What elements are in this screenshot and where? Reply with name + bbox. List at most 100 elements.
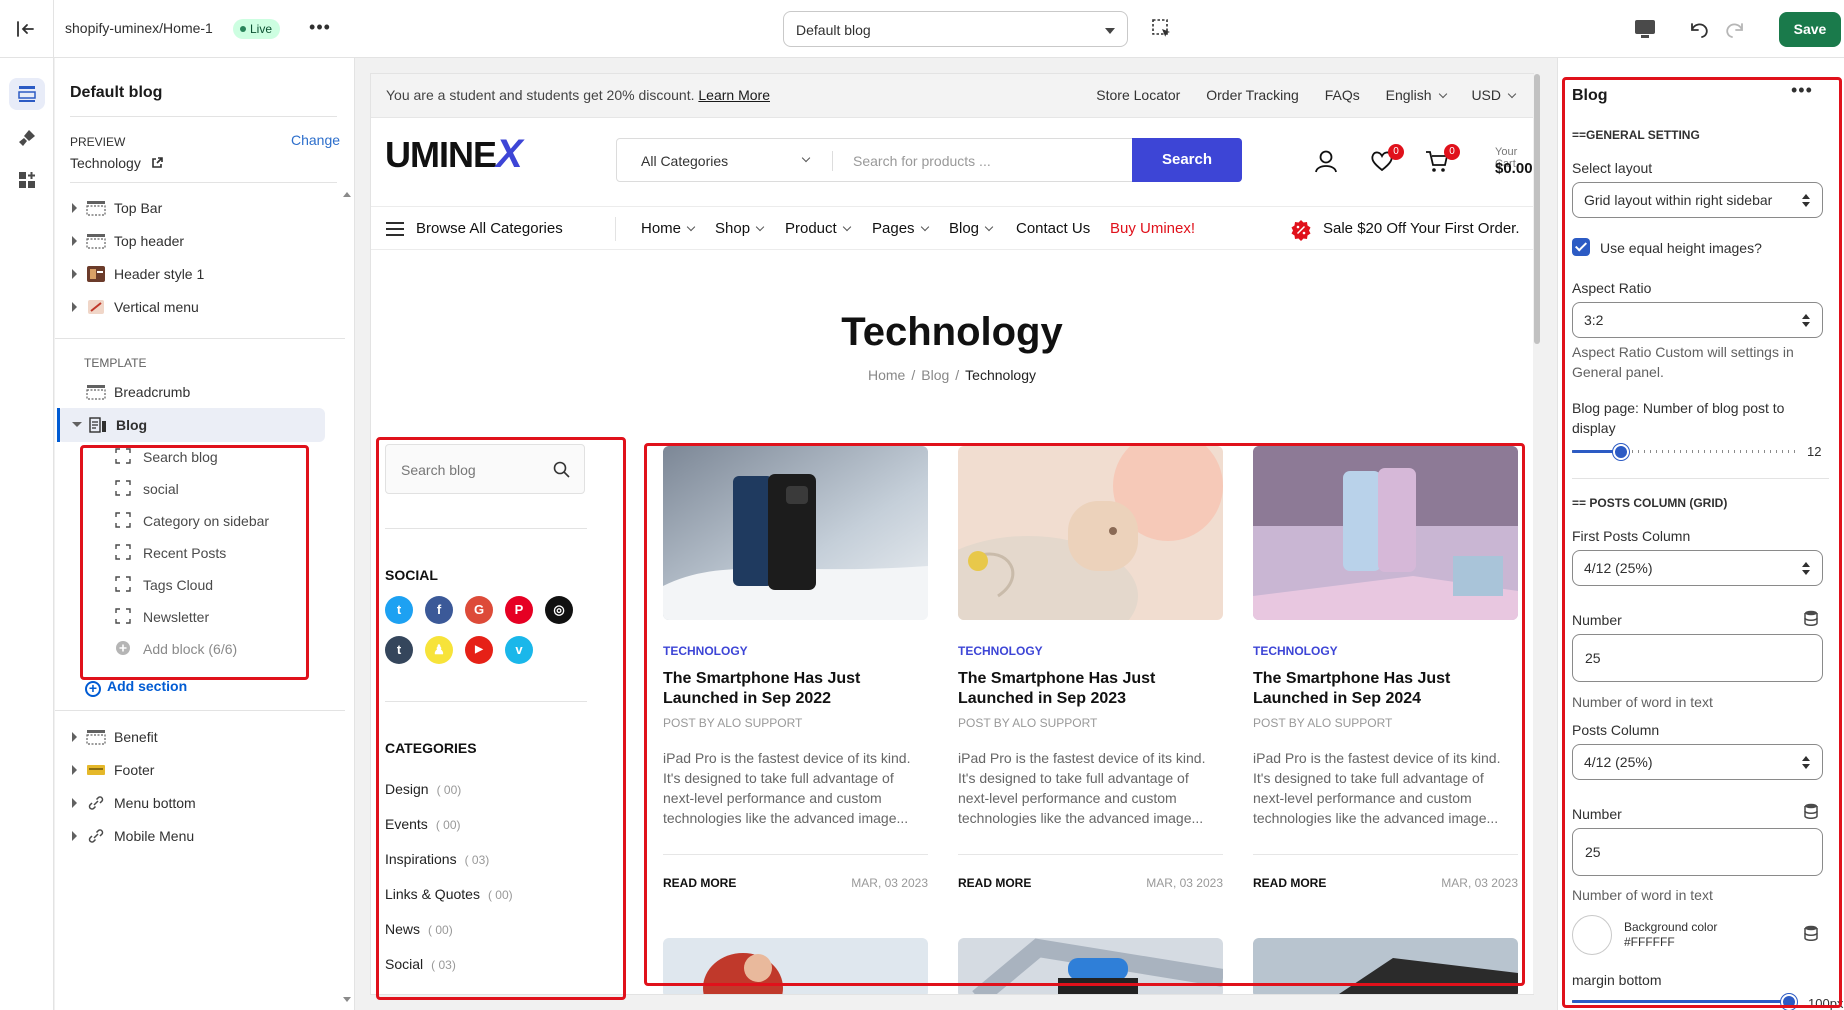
preview-value[interactable]: Technology xyxy=(70,155,163,171)
slider-handle[interactable] xyxy=(1613,444,1629,460)
nav-blog[interactable]: Blog xyxy=(949,220,992,237)
order-tracking-link[interactable]: Order Tracking xyxy=(1206,87,1299,103)
layout-select[interactable]: Grid layout within right sidebar xyxy=(1572,182,1823,218)
more-actions-button[interactable]: ••• xyxy=(1791,80,1813,101)
snapchat-icon[interactable]: ♟ xyxy=(425,636,453,664)
category-link[interactable]: Links & Quotes ( 00) xyxy=(385,886,513,902)
undo-icon[interactable] xyxy=(1686,16,1712,42)
post-title[interactable]: The Smartphone Has Just Launched in Sep … xyxy=(663,669,928,709)
section-benefit[interactable]: Benefit xyxy=(55,720,345,754)
instagram-icon[interactable]: ◎ xyxy=(545,596,573,624)
preview-scrollbar[interactable] xyxy=(1533,74,1541,994)
database-icon[interactable] xyxy=(1803,925,1819,941)
section-top-bar[interactable]: Top Bar xyxy=(55,191,345,225)
section-blog[interactable]: Blog xyxy=(57,408,325,442)
block-tags-cloud[interactable]: Tags Cloud xyxy=(115,570,335,600)
theme-settings-nav-button[interactable] xyxy=(9,122,45,154)
nav-home[interactable]: Home xyxy=(641,220,694,237)
block-newsletter[interactable]: Newsletter xyxy=(115,602,335,632)
post-image[interactable] xyxy=(958,446,1223,620)
store-locator-link[interactable]: Store Locator xyxy=(1096,87,1180,103)
block-search-blog[interactable]: Search blog xyxy=(115,442,335,472)
desktop-icon[interactable] xyxy=(1633,18,1657,40)
facebook-icon[interactable]: f xyxy=(425,596,453,624)
breadcrumb-home[interactable]: Home xyxy=(868,367,905,383)
post-category-tag[interactable]: TECHNOLOGY xyxy=(1253,644,1338,658)
nav-pages[interactable]: Pages xyxy=(872,220,928,237)
scrollbar-thumb[interactable] xyxy=(1534,74,1540,344)
more-actions-button[interactable]: ••• xyxy=(306,15,334,43)
sale-promo-text[interactable]: Sale $20 Off Your First Order. xyxy=(1323,220,1520,237)
nav-product[interactable]: Product xyxy=(785,220,850,237)
section-header-style-1[interactable]: Header style 1 xyxy=(55,257,345,291)
category-link[interactable]: Social ( 03) xyxy=(385,956,456,972)
nav-buy-uminex[interactable]: Buy Uminex! xyxy=(1110,220,1195,237)
expand-icon[interactable] xyxy=(72,302,77,312)
expand-icon[interactable] xyxy=(72,765,77,775)
category-link[interactable]: News ( 00) xyxy=(385,921,453,937)
nav-shop[interactable]: Shop xyxy=(715,220,763,237)
template-select[interactable]: Default blog xyxy=(783,11,1128,47)
post-title[interactable]: The Smartphone Has Just Launched in Sep … xyxy=(958,669,1223,709)
expand-icon[interactable] xyxy=(72,732,77,742)
slider-handle[interactable] xyxy=(1781,994,1797,1010)
nav-contact-us[interactable]: Contact Us xyxy=(1016,220,1090,237)
exit-icon[interactable] xyxy=(14,18,36,40)
section-menu-bottom[interactable]: Menu bottom xyxy=(55,786,345,820)
post-image[interactable] xyxy=(663,938,928,994)
category-link[interactable]: Design ( 00) xyxy=(385,781,461,797)
scroll-down-icon[interactable] xyxy=(343,997,351,1002)
block-recent-posts[interactable]: Recent Posts xyxy=(115,538,335,568)
blog-search-input[interactable]: Search blog xyxy=(401,462,476,478)
section-breadcrumb[interactable]: Breadcrumb xyxy=(55,375,345,409)
post-image[interactable] xyxy=(663,446,928,620)
save-button[interactable]: Save xyxy=(1779,12,1841,47)
post-title[interactable]: The Smartphone Has Just Launched in Sep … xyxy=(1253,669,1518,709)
expand-icon[interactable] xyxy=(72,831,77,841)
post-image[interactable] xyxy=(958,938,1223,994)
database-icon[interactable] xyxy=(1803,610,1819,626)
scrollbar[interactable] xyxy=(340,186,352,1010)
equal-height-label[interactable]: Use equal height images? xyxy=(1600,240,1762,256)
store-logo[interactable]: UMINEX xyxy=(385,132,523,180)
language-selector[interactable]: English xyxy=(1386,87,1446,103)
posts-column-select[interactable]: 4/12 (25%) xyxy=(1572,744,1823,780)
section-top-header[interactable]: Top header xyxy=(55,224,345,258)
post-category-tag[interactable]: TECHNOLOGY xyxy=(958,644,1043,658)
block-social[interactable]: social xyxy=(115,474,335,504)
expand-icon[interactable] xyxy=(72,236,77,246)
collapse-icon[interactable] xyxy=(72,422,82,427)
youtube-icon[interactable]: ▶ xyxy=(465,636,493,664)
change-preview-link[interactable]: Change xyxy=(291,132,340,148)
scroll-up-icon[interactable] xyxy=(343,192,351,197)
number-input[interactable]: 25 xyxy=(1572,828,1823,876)
search-icon[interactable] xyxy=(553,461,570,478)
inspect-icon[interactable] xyxy=(1150,17,1174,41)
faqs-link[interactable]: FAQs xyxy=(1325,87,1360,103)
learn-more-link[interactable]: Learn More xyxy=(698,87,770,103)
tumblr-icon[interactable]: t xyxy=(385,636,413,664)
expand-icon[interactable] xyxy=(72,269,77,279)
section-footer[interactable]: Footer xyxy=(55,753,345,787)
read-more-link[interactable]: READ MORE xyxy=(663,876,736,890)
google-icon[interactable]: G xyxy=(465,596,493,624)
section-vertical-menu[interactable]: Vertical menu xyxy=(55,290,345,324)
posts-per-page-slider[interactable] xyxy=(1572,442,1796,462)
section-mobile-menu[interactable]: Mobile Menu xyxy=(55,819,345,853)
browse-categories-button[interactable]: Browse All Categories xyxy=(416,220,563,237)
background-color-swatch[interactable] xyxy=(1572,915,1612,955)
account-icon[interactable] xyxy=(1313,148,1339,174)
search-button[interactable]: Search xyxy=(1132,138,1242,182)
post-category-tag[interactable]: TECHNOLOGY xyxy=(663,644,748,658)
search-category-select[interactable]: All Categories xyxy=(641,153,728,169)
vimeo-icon[interactable]: v xyxy=(505,636,533,664)
blog-search-box[interactable]: Search blog xyxy=(385,444,585,494)
currency-selector[interactable]: USD xyxy=(1471,87,1515,103)
add-block-button[interactable]: Add block (6/6) xyxy=(115,634,335,664)
read-more-link[interactable]: READ MORE xyxy=(958,876,1031,890)
breadcrumb-blog[interactable]: Blog xyxy=(921,367,949,383)
aspect-ratio-select[interactable]: 3:2 xyxy=(1572,302,1823,338)
database-icon[interactable] xyxy=(1803,803,1819,819)
hamburger-icon[interactable] xyxy=(386,222,404,236)
redo-icon[interactable] xyxy=(1722,16,1748,42)
